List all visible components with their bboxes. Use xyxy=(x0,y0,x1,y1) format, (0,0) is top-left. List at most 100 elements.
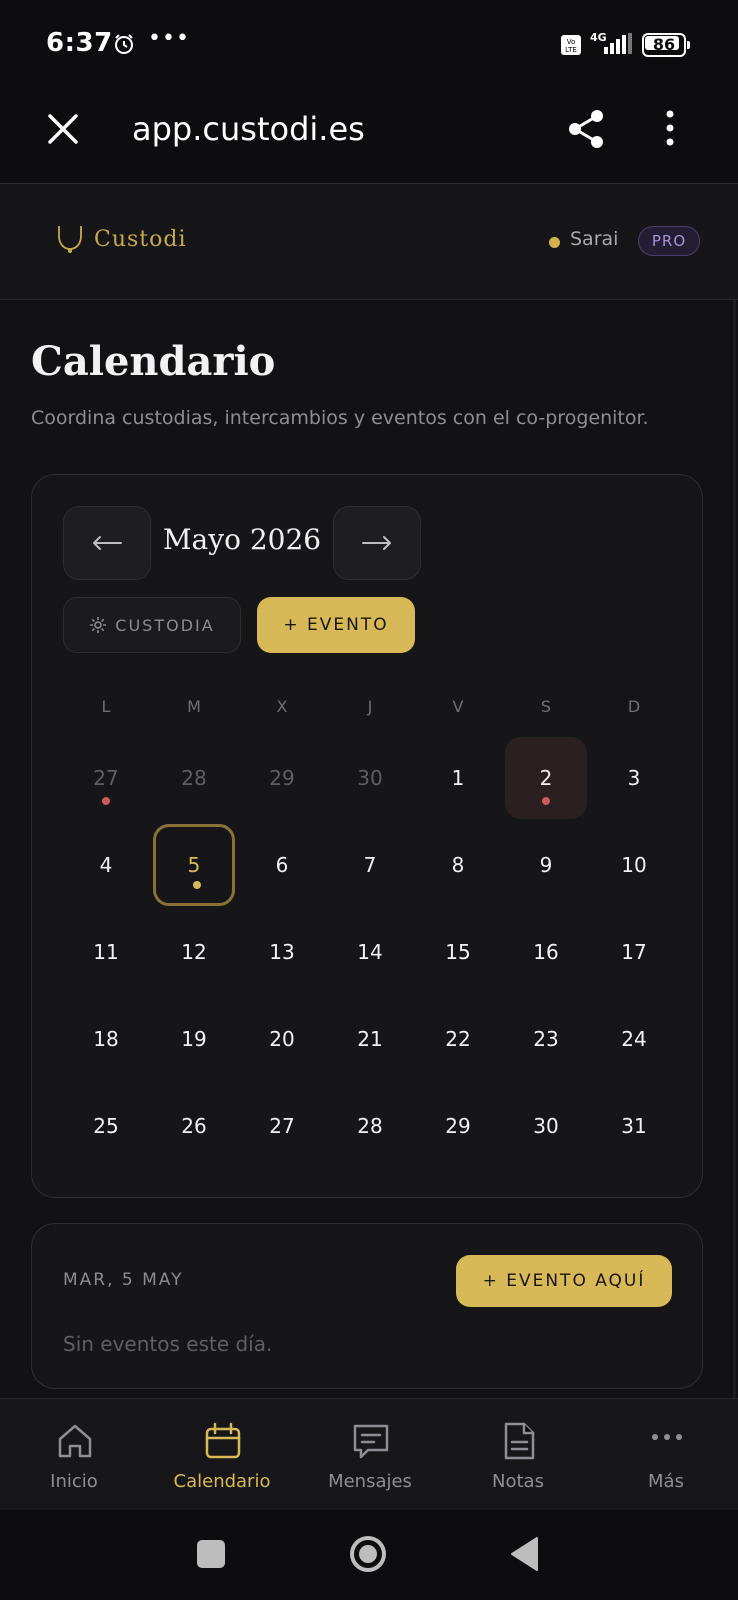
day-number: 9 xyxy=(539,853,553,877)
user-status-dot xyxy=(549,237,560,248)
day-number: 25 xyxy=(93,1114,119,1138)
share-icon[interactable] xyxy=(566,108,606,154)
add-event-here-button[interactable]: + EVENTO AQUÍ xyxy=(456,1255,672,1307)
calendar-day[interactable]: 31 xyxy=(593,1085,675,1167)
day-number: 10 xyxy=(621,853,647,877)
note-icon xyxy=(504,1422,535,1460)
message-icon xyxy=(353,1424,389,1459)
app-header: Custodi Sarai PRO xyxy=(0,184,738,300)
calendar-day[interactable]: 26 xyxy=(153,1085,235,1167)
calendar-day[interactable]: 11 xyxy=(65,911,147,993)
browser-toolbar: app.custodi.es xyxy=(0,90,738,184)
prev-month-button[interactable] xyxy=(63,506,151,580)
nav-label: Calendario xyxy=(173,1471,271,1492)
bottom-nav: Inicio Calendario Mensajes Notas Más xyxy=(0,1398,738,1510)
calendar-day[interactable]: 30 xyxy=(505,1085,587,1167)
event-dot xyxy=(102,797,110,805)
add-event-button[interactable]: + EVENTO xyxy=(257,597,415,653)
calendar-day-today[interactable]: 5 xyxy=(153,824,235,906)
battery-icon: 86 xyxy=(642,33,690,57)
recent-apps-icon[interactable] xyxy=(197,1540,225,1568)
day-number: 23 xyxy=(533,1027,559,1051)
more-horiz-icon xyxy=(652,1434,682,1440)
more-vert-icon[interactable] xyxy=(664,108,676,152)
weekday-label: M xyxy=(187,697,201,716)
calendar-day[interactable]: 29 xyxy=(241,737,323,819)
calendar-day[interactable]: 27 xyxy=(241,1085,323,1167)
calendar-day[interactable]: 17 xyxy=(593,911,675,993)
pro-badge: PRO xyxy=(638,226,700,256)
calendar-day[interactable]: 13 xyxy=(241,911,323,993)
day-number: 22 xyxy=(445,1027,471,1051)
calendar-card: Mayo 2026 CUSTODIA + EVENTO LMXJVSD 27 28… xyxy=(31,474,703,1198)
calendar-day[interactable]: 15 xyxy=(417,911,499,993)
calendar-day[interactable]: 6 xyxy=(241,824,323,906)
network-type: 4G xyxy=(590,31,607,44)
month-label: Mayo 2026 xyxy=(162,523,322,556)
next-month-button[interactable] xyxy=(333,506,421,580)
calendar-day[interactable]: 4 xyxy=(65,824,147,906)
arrow-right-icon xyxy=(362,536,391,550)
day-detail-card: MAR, 5 MAY + EVENTO AQUÍ Sin eventos est… xyxy=(31,1223,703,1389)
status-time: 6:37 xyxy=(46,28,113,58)
calendar-day[interactable]: 12 xyxy=(153,911,235,993)
arrow-left-icon xyxy=(93,536,122,550)
day-number: 12 xyxy=(181,940,207,964)
calendar-day[interactable]: 30 xyxy=(329,737,411,819)
calendar-day[interactable]: 1 xyxy=(417,737,499,819)
calendar-day[interactable]: 25 xyxy=(65,1085,147,1167)
volte-icon: Vo LTE xyxy=(560,34,582,60)
nav-label: Notas xyxy=(492,1471,544,1492)
home-button-icon[interactable] xyxy=(348,1534,388,1578)
battery-level: 86 xyxy=(652,35,676,54)
day-number: 29 xyxy=(445,1114,471,1138)
nav-item-calendario[interactable]: Calendario xyxy=(148,1399,296,1511)
calendar-day[interactable]: 29 xyxy=(417,1085,499,1167)
calendar-icon xyxy=(205,1422,241,1459)
calendar-day[interactable]: 16 xyxy=(505,911,587,993)
url-text[interactable]: app.custodi.es xyxy=(132,110,365,148)
svg-text:Vo: Vo xyxy=(567,38,576,46)
nav-item-mas[interactable]: Más xyxy=(592,1399,738,1511)
calendar-day[interactable]: 21 xyxy=(329,998,411,1080)
home-icon xyxy=(58,1424,92,1458)
calendar-day[interactable]: 7 xyxy=(329,824,411,906)
logo-text: Custodi xyxy=(94,226,187,252)
empty-events-text: Sin eventos este día. xyxy=(63,1332,273,1356)
calendar-day[interactable]: 3 xyxy=(593,737,675,819)
calendar-day[interactable]: 27 xyxy=(65,737,147,819)
weekday-label: D xyxy=(627,697,641,716)
calendar-day[interactable]: 10 xyxy=(593,824,675,906)
calendar-day[interactable]: 18 xyxy=(65,998,147,1080)
event-dot xyxy=(193,881,201,889)
nav-label: Más xyxy=(648,1471,684,1492)
calendar-day[interactable]: 2 xyxy=(505,737,587,819)
calendar-day[interactable]: 22 xyxy=(417,998,499,1080)
event-dot xyxy=(542,797,550,805)
calendar-day[interactable]: 19 xyxy=(153,998,235,1080)
logo[interactable]: Custodi xyxy=(56,224,187,254)
calendar-day[interactable]: 24 xyxy=(593,998,675,1080)
close-icon[interactable] xyxy=(46,112,80,146)
day-number: 30 xyxy=(357,766,383,790)
day-number: 4 xyxy=(99,853,113,877)
calendar-day[interactable]: 8 xyxy=(417,824,499,906)
calendar-day[interactable]: 20 xyxy=(241,998,323,1080)
nav-item-inicio[interactable]: Inicio xyxy=(0,1399,148,1511)
calendar-day[interactable]: 23 xyxy=(505,998,587,1080)
calendar-day[interactable]: 28 xyxy=(329,1085,411,1167)
day-number: 2 xyxy=(539,766,553,790)
alarm-icon xyxy=(113,33,135,59)
nav-item-mensajes[interactable]: Mensajes xyxy=(296,1399,444,1511)
weekday-label: V xyxy=(452,697,464,716)
calendar-day[interactable]: 14 xyxy=(329,911,411,993)
weekday-label: X xyxy=(276,697,288,716)
calendar-day[interactable]: 28 xyxy=(153,737,235,819)
scrollbar[interactable] xyxy=(733,300,736,1400)
user-name[interactable]: Sarai xyxy=(570,228,618,250)
day-number: 21 xyxy=(357,1027,383,1051)
nav-item-notas[interactable]: Notas xyxy=(444,1399,592,1511)
calendar-day[interactable]: 9 xyxy=(505,824,587,906)
back-icon[interactable] xyxy=(509,1536,539,1576)
custodia-button[interactable]: CUSTODIA xyxy=(63,597,241,653)
